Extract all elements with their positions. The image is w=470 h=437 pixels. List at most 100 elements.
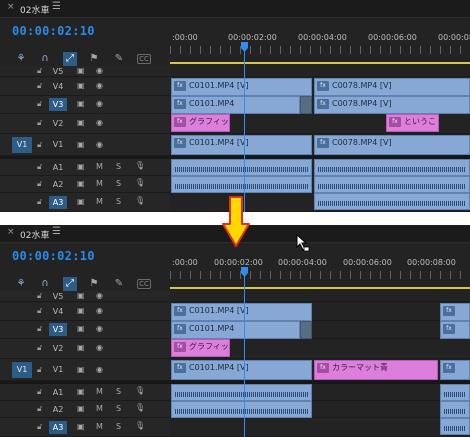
microphone-icon[interactable]: 🎙︎	[135, 403, 145, 412]
microphone-icon[interactable]: 🎙︎	[135, 196, 145, 205]
wrench-settings-icon[interactable]: ✎	[112, 52, 126, 66]
clip-c0101-v1[interactable]: fx C0101.MP4 [V]	[171, 135, 312, 155]
eye-icon[interactable]: ◉	[96, 324, 103, 333]
solo-button[interactable]: S	[116, 422, 121, 431]
track-name[interactable]: V2	[49, 117, 67, 130]
captions-cc-icon[interactable]: CC	[137, 54, 151, 64]
solo-button[interactable]: S	[116, 162, 121, 171]
clip-color-matte[interactable]: fx カラーマット青	[314, 360, 438, 380]
mute-button[interactable]: M	[96, 197, 103, 206]
lock-icon[interactable]: 🔓︎	[37, 162, 42, 172]
track-name[interactable]: V1	[49, 138, 67, 151]
track-name[interactable]: V2	[49, 342, 67, 355]
audio-clip[interactable]	[440, 384, 470, 401]
audio-clip[interactable]	[440, 418, 470, 435]
microphone-icon[interactable]: 🎙︎	[135, 386, 145, 395]
lock-icon[interactable]: 🔓︎	[37, 387, 42, 397]
source-patch-v1[interactable]: V1	[12, 362, 32, 378]
clip-c0101-v1[interactable]: fx C0101.MP4 [V]	[171, 360, 312, 380]
playhead-line[interactable]	[244, 267, 245, 437]
nest-toggle-icon[interactable]: ⚘	[14, 52, 28, 66]
clip-c0101-v3[interactable]: fx C0101.MP4	[171, 96, 300, 114]
microphone-icon[interactable]: 🎙︎	[135, 421, 145, 430]
lock-icon[interactable]: 🔓︎	[37, 197, 42, 207]
solo-button[interactable]: S	[116, 179, 121, 188]
film-icon[interactable]: ▣	[77, 118, 85, 127]
clip-c0078-v3[interactable]: fx C0078.MP4 [V]	[314, 96, 470, 114]
film-icon[interactable]: ▣	[77, 179, 85, 188]
mute-button[interactable]: M	[96, 162, 103, 171]
lock-icon[interactable]: 🔓︎	[37, 179, 42, 189]
track-name[interactable]: V3	[49, 323, 67, 336]
clip-c0101-v3-tail[interactable]	[300, 321, 312, 339]
clip-c0101-v3-tail[interactable]	[300, 96, 312, 114]
playhead-timecode[interactable]: 00:00:02:10	[12, 249, 95, 263]
clip-c0078-v1[interactable]: fx C0078.MP4 [V]	[314, 135, 470, 155]
solo-button[interactable]: S	[116, 404, 121, 413]
time-ruler[interactable]: :00:00 00:00:02:00 00:00:04:00 00:00:06:…	[170, 255, 470, 283]
track-name[interactable]: A3	[49, 421, 67, 434]
film-icon[interactable]: ▣	[77, 197, 85, 206]
audio-clip[interactable]	[314, 176, 470, 193]
film-icon[interactable]: ▣	[77, 99, 85, 108]
eye-icon[interactable]: ◉	[96, 118, 103, 127]
eye-icon[interactable]: ◉	[96, 81, 103, 90]
eye-icon[interactable]: ◉	[96, 140, 103, 149]
panel-menu-icon[interactable]: ☰	[52, 1, 61, 12]
mute-button[interactable]: M	[96, 387, 103, 396]
add-marker-icon[interactable]: ⚑	[87, 277, 101, 291]
track-name[interactable]: V1	[49, 363, 67, 376]
film-icon[interactable]: ▣	[77, 324, 85, 333]
eye-icon[interactable]: ◉	[96, 343, 103, 352]
clip-c0101-v4[interactable]: fx C0101.MP4 [V]	[171, 78, 312, 96]
track-name[interactable]: V4	[49, 305, 67, 318]
captions-cc-icon[interactable]: CC	[137, 279, 151, 289]
clip-c0078-v4[interactable]: fx C0078.MP4 [V]	[314, 78, 470, 96]
snap-magnet-icon[interactable]: ∩	[38, 277, 52, 291]
film-icon[interactable]: ▣	[77, 422, 85, 431]
clip-c0101-v3[interactable]: fx C0101.MP4	[171, 321, 300, 339]
eye-icon[interactable]: ◉	[96, 66, 103, 75]
eye-icon[interactable]: ◉	[96, 99, 103, 108]
clip-next-v3[interactable]: fx	[440, 321, 470, 339]
time-ruler[interactable]: :00:00 00:00:02:00 00:00:04:00 00:00:06:…	[170, 30, 470, 58]
eye-icon[interactable]: ◉	[96, 291, 103, 300]
eye-icon[interactable]: ◉	[96, 365, 103, 374]
track-name[interactable]: A3	[49, 196, 67, 209]
wrench-settings-icon[interactable]: ✎	[112, 277, 126, 291]
audio-clip[interactable]	[171, 401, 312, 418]
lock-icon[interactable]: 🔓︎	[37, 118, 42, 128]
source-patch-v1[interactable]: V1	[12, 137, 32, 153]
track-name[interactable]: A2	[49, 178, 67, 191]
track-name[interactable]: V5	[49, 290, 67, 303]
lock-icon[interactable]: 🔓︎	[37, 365, 42, 375]
audio-clip[interactable]	[171, 159, 312, 176]
film-icon[interactable]: ▣	[77, 66, 85, 75]
work-area-bar[interactable]	[170, 62, 470, 64]
lock-icon[interactable]: 🔓︎	[37, 404, 42, 414]
lock-icon[interactable]: 🔓︎	[37, 99, 42, 109]
track-name[interactable]: A1	[49, 161, 67, 174]
film-icon[interactable]: ▣	[77, 343, 85, 352]
lock-icon[interactable]: 🔓︎	[37, 66, 42, 76]
microphone-icon[interactable]: 🎙︎	[135, 178, 145, 187]
nest-toggle-icon[interactable]: ⚘	[14, 277, 28, 291]
film-icon[interactable]: ▣	[77, 387, 85, 396]
audio-clip[interactable]	[314, 193, 470, 210]
lock-icon[interactable]: 🔓︎	[37, 343, 42, 353]
film-icon[interactable]: ▣	[77, 140, 85, 149]
clip-next-v1[interactable]: fx	[440, 360, 470, 380]
eye-icon[interactable]: ◉	[96, 306, 103, 315]
add-marker-icon[interactable]: ⚑	[87, 52, 101, 66]
sequence-tab-title[interactable]: 02水車	[20, 228, 49, 241]
lock-icon[interactable]: 🔓︎	[37, 291, 42, 301]
track-name[interactable]: V5	[49, 65, 67, 78]
film-icon[interactable]: ▣	[77, 162, 85, 171]
playhead-timecode[interactable]: 00:00:02:10	[12, 24, 95, 38]
film-icon[interactable]: ▣	[77, 365, 85, 374]
mute-button[interactable]: M	[96, 404, 103, 413]
track-name[interactable]: V3	[49, 98, 67, 111]
panel-menu-icon[interactable]: ☰	[52, 226, 61, 237]
track-name[interactable]: V4	[49, 80, 67, 93]
solo-button[interactable]: S	[116, 387, 121, 396]
